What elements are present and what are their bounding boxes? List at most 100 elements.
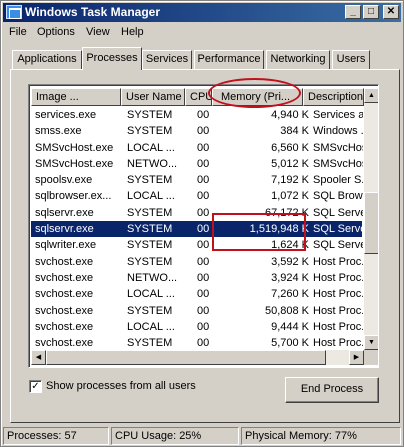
- process-cpu: 00: [197, 320, 210, 333]
- process-memory: 50,808 K: [264, 304, 309, 317]
- process-row[interactable]: svchost.exe SYSTEM 00 5,700 K Host Proc...: [31, 335, 363, 351]
- process-user-name: LOCAL ...: [127, 141, 175, 154]
- process-row[interactable]: sqlbrowser.ex... LOCAL ... 00 1,072 K SQL Br…: [31, 188, 363, 204]
- scroll-up-arrow-icon[interactable]: ▲: [364, 88, 378, 103]
- memory-column-highlight-oval: [208, 78, 301, 108]
- tab-performance[interactable]: Performance: [194, 50, 264, 69]
- process-cpu: 00: [197, 337, 210, 350]
- process-image-name: svchost.exe: [35, 320, 94, 333]
- process-description: SQL Serve...: [313, 223, 363, 236]
- status-bar: Processes: 57 CPU Usage: 25% Physical Me…: [3, 427, 401, 445]
- process-description: SMSvcHos...: [313, 141, 363, 154]
- process-memory: 7,192 K: [271, 174, 309, 187]
- process-description: Host Proc...: [313, 271, 363, 284]
- process-image-name: smss.exe: [35, 125, 82, 138]
- process-row[interactable]: services.exe SYSTEM 00 4,940 K Services a...: [31, 107, 363, 123]
- task-manager-icon: [6, 5, 22, 19]
- menu-bar: File Options View Help: [3, 23, 401, 41]
- column-header-description[interactable]: Description: [303, 88, 364, 106]
- minimize-button[interactable]: _: [345, 5, 361, 19]
- process-row[interactable]: SMSvcHost.exe NETWO... 00 5,012 K SMSvcHos..…: [31, 156, 363, 172]
- tab-applications[interactable]: Applications: [12, 50, 82, 69]
- title-bar[interactable]: Windows Task Manager _ □ ✕: [3, 3, 401, 22]
- show-all-users-label[interactable]: Show processes from all users: [46, 380, 196, 392]
- process-user-name: LOCAL ...: [127, 190, 175, 203]
- process-row[interactable]: svchost.exe LOCAL ... 00 7,260 K Host Proc..…: [31, 286, 363, 302]
- process-description: Spooler S...: [313, 174, 363, 187]
- process-row[interactable]: svchost.exe SYSTEM 00 50,808 K Host Proc...: [31, 303, 363, 319]
- process-image-name: svchost.exe: [35, 288, 94, 301]
- process-image-name: svchost.exe: [35, 255, 94, 268]
- process-description: SQL Serve...: [313, 239, 363, 252]
- process-row[interactable]: SMSvcHost.exe LOCAL ... 00 6,560 K SMSvcHos.…: [31, 140, 363, 156]
- process-user-name: SYSTEM: [127, 174, 173, 187]
- process-row[interactable]: svchost.exe NETWO... 00 3,924 K Host Proc...: [31, 270, 363, 286]
- menu-file[interactable]: File: [9, 26, 27, 38]
- process-user-name: LOCAL ...: [127, 288, 175, 301]
- process-row[interactable]: svchost.exe LOCAL ... 00 9,444 K Host Proc..…: [31, 319, 363, 335]
- process-description: SQL Serve...: [313, 206, 363, 219]
- scroll-right-arrow-icon[interactable]: ▶: [349, 350, 364, 365]
- tab-services[interactable]: Services: [142, 50, 192, 69]
- process-user-name: SYSTEM: [127, 337, 173, 350]
- horizontal-scrollbar[interactable]: ◀ ▶: [31, 350, 364, 365]
- process-cpu: 00: [197, 174, 210, 187]
- process-row[interactable]: sqlservr.exeSYSTEM0067,172 KSQL Serve...: [31, 205, 363, 221]
- process-description: Host Proc...: [313, 288, 363, 301]
- process-row[interactable]: sqlwriter.exeSYSTEM001,624 KSQL Serve...: [31, 237, 363, 253]
- process-memory: 3,924 K: [271, 271, 309, 284]
- process-image-name: svchost.exe: [35, 271, 94, 284]
- process-memory: 7,260 K: [271, 288, 309, 301]
- process-cpu: 00: [197, 125, 210, 138]
- process-memory: 1,072 K: [271, 190, 309, 203]
- process-list[interactable]: Image ... User Name CPU ▲ Memory (Pri...…: [28, 84, 379, 368]
- menu-view[interactable]: View: [86, 26, 110, 38]
- process-user-name: SYSTEM: [127, 239, 173, 252]
- process-memory: 5,012 K: [271, 157, 309, 170]
- process-user-name: LOCAL ...: [127, 320, 175, 333]
- vertical-scrollbar[interactable]: ▲ ▼: [364, 88, 378, 350]
- process-cpu: 00: [197, 288, 210, 301]
- process-image-name: svchost.exe: [35, 337, 94, 350]
- process-user-name: SYSTEM: [127, 304, 173, 317]
- process-cpu: 00: [197, 190, 210, 203]
- tab-processes[interactable]: Processes: [82, 47, 142, 70]
- column-header-image[interactable]: Image ...: [31, 88, 121, 106]
- process-row[interactable]: spoolsv.exe SYSTEM 00 7,192 K Spooler S...: [31, 172, 363, 188]
- process-user-name: NETWO...: [127, 271, 178, 284]
- process-row[interactable]: sqlservr.exeSYSTEM001,519,948 KSQL Serve…: [31, 221, 363, 238]
- horizontal-scroll-thumb[interactable]: [46, 350, 326, 365]
- process-row[interactable]: smss.exe SYSTEM 00 384 K Windows ...: [31, 123, 363, 139]
- menu-help[interactable]: Help: [121, 26, 144, 38]
- status-physical-memory: Physical Memory: 77%: [241, 427, 401, 445]
- process-memory: 9,444 K: [271, 320, 309, 333]
- process-image-name: sqlwriter.exe: [35, 239, 97, 252]
- vertical-scroll-thumb[interactable]: [364, 192, 378, 254]
- process-cpu: 00: [197, 141, 210, 154]
- process-image-name: SMSvcHost.exe: [35, 141, 114, 154]
- process-user-name: NETWO...: [127, 157, 178, 170]
- scroll-left-arrow-icon[interactable]: ◀: [31, 350, 46, 365]
- process-description: Host Proc...: [313, 320, 363, 333]
- process-description: Services a...: [313, 109, 363, 121]
- process-image-name: spoolsv.exe: [35, 174, 93, 187]
- menu-options[interactable]: Options: [37, 26, 75, 38]
- show-all-users-checkbox[interactable]: ✓: [29, 380, 42, 393]
- process-user-name: SYSTEM: [127, 223, 173, 236]
- scroll-down-arrow-icon[interactable]: ▼: [364, 335, 378, 350]
- end-process-button[interactable]: End Process: [285, 377, 379, 403]
- tab-users[interactable]: Users: [332, 50, 370, 69]
- process-image-name: sqlbrowser.ex...: [35, 190, 112, 203]
- process-user-name: SYSTEM: [127, 206, 173, 219]
- column-header-user-name[interactable]: User Name: [121, 88, 185, 106]
- process-rows: services.exe SYSTEM 00 4,940 K Services a...…: [31, 107, 363, 351]
- tab-networking[interactable]: Networking: [266, 50, 330, 69]
- status-processes: Processes: 57: [3, 427, 109, 445]
- process-row[interactable]: svchost.exe SYSTEM 00 3,592 K Host Proc...: [31, 254, 363, 270]
- maximize-button[interactable]: □: [363, 5, 379, 19]
- scrollbar-corner: [364, 350, 378, 365]
- process-cpu: 00: [197, 304, 210, 317]
- close-button[interactable]: ✕: [383, 5, 399, 19]
- process-memory: 6,560 K: [271, 141, 309, 154]
- process-description: Host Proc...: [313, 337, 363, 350]
